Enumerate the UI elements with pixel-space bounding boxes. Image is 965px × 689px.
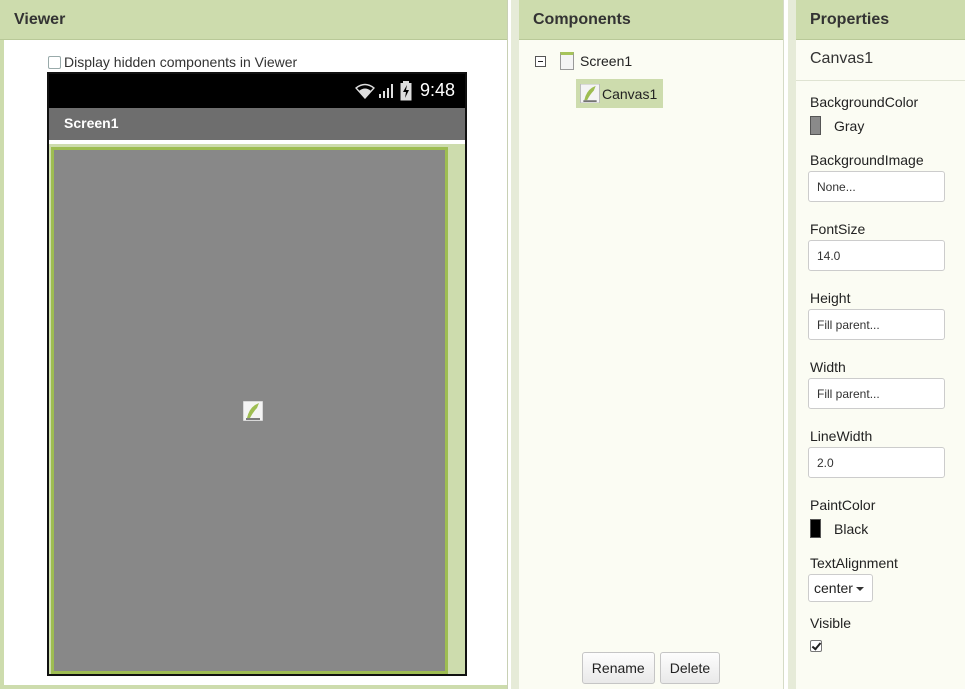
- select-value: center: [814, 580, 853, 596]
- status-time: 9:48: [419, 80, 455, 100]
- tree-item-label: Canvas1: [602, 85, 658, 102]
- canvas-icon: [243, 401, 263, 421]
- display-hidden-components-toggle[interactable]: Display hidden components in Viewer: [48, 54, 297, 70]
- height-input[interactable]: Fill parent...: [808, 309, 945, 340]
- components-body: Screen1 Canvas1 Rename Delete: [519, 40, 783, 689]
- background-color-picker[interactable]: Gray: [810, 116, 918, 135]
- components-header: Components: [519, 0, 783, 40]
- prop-height-label: Height: [810, 290, 851, 306]
- signal-icon: [378, 83, 393, 98]
- color-value[interactable]: Black: [834, 521, 868, 537]
- color-value[interactable]: Gray: [834, 118, 864, 134]
- selected-component-name: Canvas1: [796, 40, 965, 81]
- text-alignment-select[interactable]: center: [808, 574, 873, 602]
- properties-panel: Properties Canvas1 BackgroundColor Gray …: [788, 0, 965, 689]
- prop-background-color: BackgroundColor Gray: [810, 94, 918, 135]
- visible-checkbox[interactable]: [810, 640, 822, 652]
- paint-color-picker[interactable]: Black: [810, 519, 875, 538]
- color-swatch[interactable]: [810, 116, 821, 135]
- properties-body: Canvas1 BackgroundColor Gray BackgroundI…: [796, 40, 965, 689]
- status-icons: 9:48: [354, 80, 455, 101]
- viewer-body: Display hidden components in Viewer 9:48…: [0, 40, 507, 689]
- rename-button[interactable]: Rename: [581, 652, 655, 684]
- prop-line-width-label: LineWidth: [810, 428, 873, 444]
- prop-visible-label: Visible: [810, 615, 851, 631]
- components-panel: Components Screen1 Canvas1 Rename Delete: [511, 0, 784, 689]
- line-width-input[interactable]: 2.0: [808, 447, 945, 478]
- prop-width-label: Width: [810, 359, 846, 375]
- prop-label: PaintColor: [810, 497, 876, 513]
- width-input[interactable]: Fill parent...: [808, 378, 945, 409]
- viewer-header: Viewer: [0, 0, 507, 40]
- background-image-input[interactable]: None...: [808, 171, 945, 202]
- prop-text-alignment-label: TextAlignment: [810, 555, 898, 571]
- viewer-panel: Viewer Display hidden components in View…: [0, 0, 508, 689]
- tree-item-label: Screen1: [580, 53, 633, 69]
- prop-font-size-label: FontSize: [810, 221, 866, 237]
- phone-preview: 9:48 Screen1: [47, 72, 467, 676]
- component-actions: Rename Delete: [519, 652, 783, 684]
- canvas-component-preview[interactable]: [51, 147, 448, 674]
- canvas-icon: [580, 84, 600, 103]
- color-swatch[interactable]: [810, 519, 821, 538]
- screen-icon: [560, 52, 574, 70]
- screen-area[interactable]: [49, 140, 465, 674]
- tree-item-screen1[interactable]: Screen1: [535, 52, 632, 70]
- prop-label: BackgroundColor: [810, 94, 919, 110]
- tree-item-canvas1[interactable]: Canvas1: [576, 79, 664, 108]
- display-hidden-checkbox[interactable]: [48, 55, 61, 69]
- delete-button[interactable]: Delete: [659, 652, 721, 684]
- battery-charging-icon: [400, 80, 412, 100]
- screen-title-bar: Screen1: [49, 108, 465, 140]
- font-size-input[interactable]: 14.0: [808, 240, 945, 271]
- display-hidden-label: Display hidden components in Viewer: [64, 54, 298, 70]
- wifi-icon: [354, 83, 375, 99]
- phone-status-bar: 9:48: [49, 74, 465, 108]
- collapse-toggle-icon[interactable]: [535, 55, 546, 67]
- chevron-down-icon: [855, 587, 864, 592]
- prop-background-image-label: BackgroundImage: [810, 152, 924, 168]
- properties-header: Properties: [796, 0, 965, 40]
- prop-paint-color: PaintColor Black: [810, 497, 875, 538]
